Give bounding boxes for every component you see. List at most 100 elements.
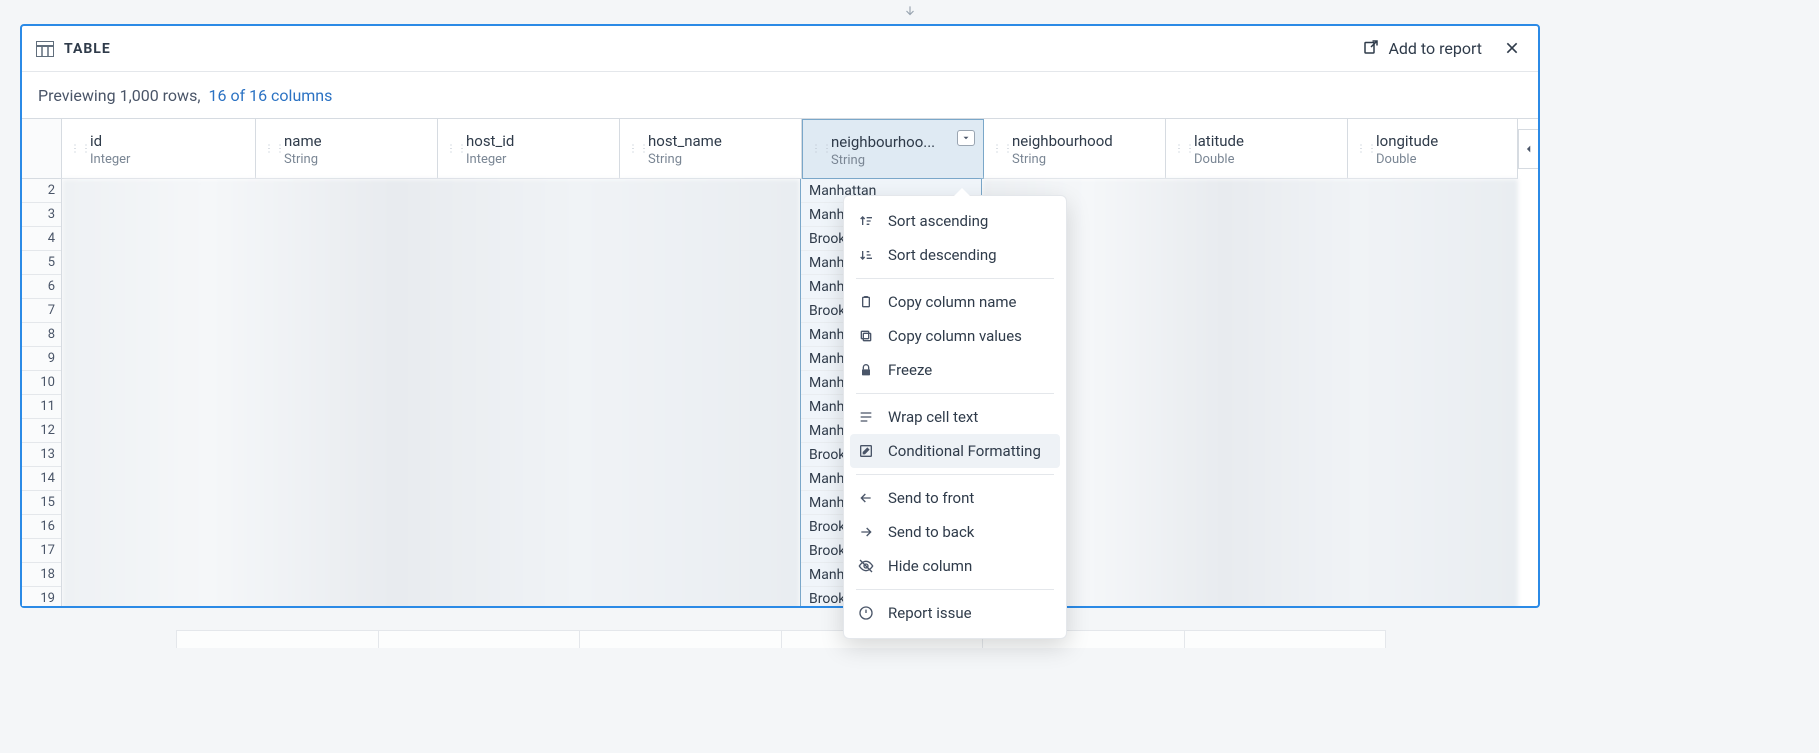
column-name: host_name — [648, 132, 793, 150]
arrow-left-icon — [858, 490, 876, 506]
row-number[interactable]: 17 — [22, 539, 61, 563]
column-name: neighbourhoo... — [831, 133, 975, 151]
row-number[interactable]: 7 — [22, 299, 61, 323]
column-name: latitude — [1194, 132, 1339, 150]
row-number[interactable]: 9 — [22, 347, 61, 371]
eye-off-icon — [858, 558, 876, 574]
drag-handle-icon[interactable]: ⋮⋮ — [1356, 146, 1378, 151]
menu-label: Send to back — [888, 523, 974, 541]
table-icon — [36, 41, 54, 57]
menu-label: Send to front — [888, 489, 974, 507]
row-number[interactable]: 18 — [22, 563, 61, 587]
column-type: Double — [1194, 152, 1339, 167]
menu-label: Sort ascending — [888, 212, 988, 230]
menu-label: Sort descending — [888, 246, 997, 264]
drag-handle-icon[interactable]: ⋮⋮ — [628, 146, 650, 151]
menu-label: Wrap cell text — [888, 408, 978, 426]
copy-icon — [858, 328, 876, 344]
menu-send-to-front[interactable]: Send to front — [844, 481, 1066, 515]
row-number[interactable]: 6 — [22, 275, 61, 299]
menu-separator — [856, 589, 1054, 590]
row-number[interactable]: 12 — [22, 419, 61, 443]
row-number[interactable]: 5 — [22, 251, 61, 275]
column-header-neighbourhood[interactable]: ⋮⋮neighbourhood String — [984, 119, 1166, 179]
menu-hide-column[interactable]: Hide column — [844, 549, 1066, 583]
menu-separator — [856, 393, 1054, 394]
column-header-neighbourhoo[interactable]: ⋮⋮neighbourhoo... String — [802, 119, 984, 179]
column-type: Integer — [466, 152, 611, 167]
table-grid: ⋮⋮idInteger⋮⋮nameString⋮⋮host_idInteger⋮… — [22, 118, 1538, 606]
column-type: String — [284, 152, 429, 167]
preview-rows-text: Previewing 1,000 rows, — [38, 86, 200, 105]
drag-handle-icon[interactable]: ⋮⋮ — [70, 146, 92, 151]
row-number-column: 2345678910111213141516171819 — [22, 179, 62, 606]
menu-label: Freeze — [888, 361, 932, 379]
add-to-report-button[interactable]: Add to report — [1362, 38, 1482, 60]
column-menu-chevron[interactable] — [957, 130, 975, 146]
add-to-report-icon — [1362, 38, 1380, 60]
menu-separator — [856, 474, 1054, 475]
column-type: Integer — [90, 152, 247, 167]
menu-sort-ascending[interactable]: Sort ascending — [844, 204, 1066, 238]
drag-handle-icon[interactable]: ⋮⋮ — [446, 146, 468, 151]
add-to-report-label: Add to report — [1388, 39, 1482, 58]
row-number[interactable]: 13 — [22, 443, 61, 467]
column-type: Double — [1376, 152, 1509, 167]
column-header-longitude[interactable]: ⋮⋮longitudeDouble — [1348, 119, 1518, 179]
row-number[interactable]: 2 — [22, 179, 61, 203]
row-number[interactable]: 19 — [22, 587, 61, 606]
drag-handle-icon[interactable]: ⋮⋮ — [811, 147, 833, 152]
clipboard-icon — [858, 294, 876, 310]
column-header-name[interactable]: ⋮⋮name String — [256, 119, 438, 179]
menu-sort-descending[interactable]: Sort descending — [844, 238, 1066, 272]
menu-copy-column-name[interactable]: Copy column name — [844, 285, 1066, 319]
menu-label: Copy column name — [888, 293, 1017, 311]
column-header-host_id[interactable]: ⋮⋮host_idInteger — [438, 119, 620, 179]
column-name: name — [284, 132, 429, 150]
wrap-text-icon — [858, 409, 876, 425]
menu-freeze[interactable]: Freeze — [844, 353, 1066, 387]
menu-label: Copy column values — [888, 327, 1022, 345]
bottom-toolbar-strip — [176, 630, 1386, 648]
menu-label: Hide column — [888, 557, 972, 575]
expand-columns-tab[interactable] — [1518, 129, 1538, 169]
column-header-id[interactable]: ⋮⋮id Integer — [62, 119, 256, 179]
edit-square-icon — [858, 443, 876, 459]
alert-icon — [858, 605, 876, 621]
row-number[interactable]: 3 — [22, 203, 61, 227]
menu-conditional-formatting[interactable]: Conditional Formatting — [850, 434, 1060, 468]
menu-copy-column-values[interactable]: Copy column values — [844, 319, 1066, 353]
column-type: String — [831, 153, 975, 168]
column-header-latitude[interactable]: ⋮⋮latitude Double — [1166, 119, 1348, 179]
table-panel: TABLE Add to report Previewing 1,000 row… — [20, 24, 1540, 608]
column-name: neighbourhood — [1012, 132, 1157, 150]
row-number[interactable]: 8 — [22, 323, 61, 347]
column-header-host_name[interactable]: ⋮⋮host_nameString — [620, 119, 802, 179]
preview-columns-link[interactable]: 16 of 16 columns — [208, 86, 332, 105]
drag-handle-icon[interactable]: ⋮⋮ — [992, 146, 1014, 151]
menu-label: Report issue — [888, 604, 972, 622]
menu-send-to-back[interactable]: Send to back — [844, 515, 1066, 549]
menu-separator — [856, 278, 1054, 279]
row-number[interactable]: 10 — [22, 371, 61, 395]
lock-icon — [858, 362, 876, 378]
drag-handle-icon[interactable]: ⋮⋮ — [1174, 146, 1196, 151]
row-number-header — [22, 119, 62, 179]
row-number[interactable]: 4 — [22, 227, 61, 251]
menu-report-issue[interactable]: Report issue — [844, 596, 1066, 630]
drag-handle-icon[interactable]: ⋮⋮ — [264, 146, 286, 151]
menu-wrap-cell-text[interactable]: Wrap cell text — [844, 400, 1066, 434]
row-number[interactable]: 14 — [22, 467, 61, 491]
column-name: id — [90, 132, 247, 150]
column-type: String — [1012, 152, 1157, 167]
column-context-menu: Sort ascending Sort descending Copy colu… — [843, 195, 1067, 639]
row-number[interactable]: 16 — [22, 515, 61, 539]
preview-bar: Previewing 1,000 rows, 16 of 16 columns — [22, 72, 1538, 118]
row-number[interactable]: 11 — [22, 395, 61, 419]
row-number[interactable]: 15 — [22, 491, 61, 515]
menu-label: Conditional Formatting — [888, 442, 1041, 460]
panel-header: TABLE Add to report — [22, 26, 1538, 72]
rows-area: 2345678910111213141516171819 — [22, 179, 1538, 606]
collapse-arrow-down-icon[interactable] — [903, 4, 917, 22]
close-button[interactable] — [1500, 37, 1524, 61]
